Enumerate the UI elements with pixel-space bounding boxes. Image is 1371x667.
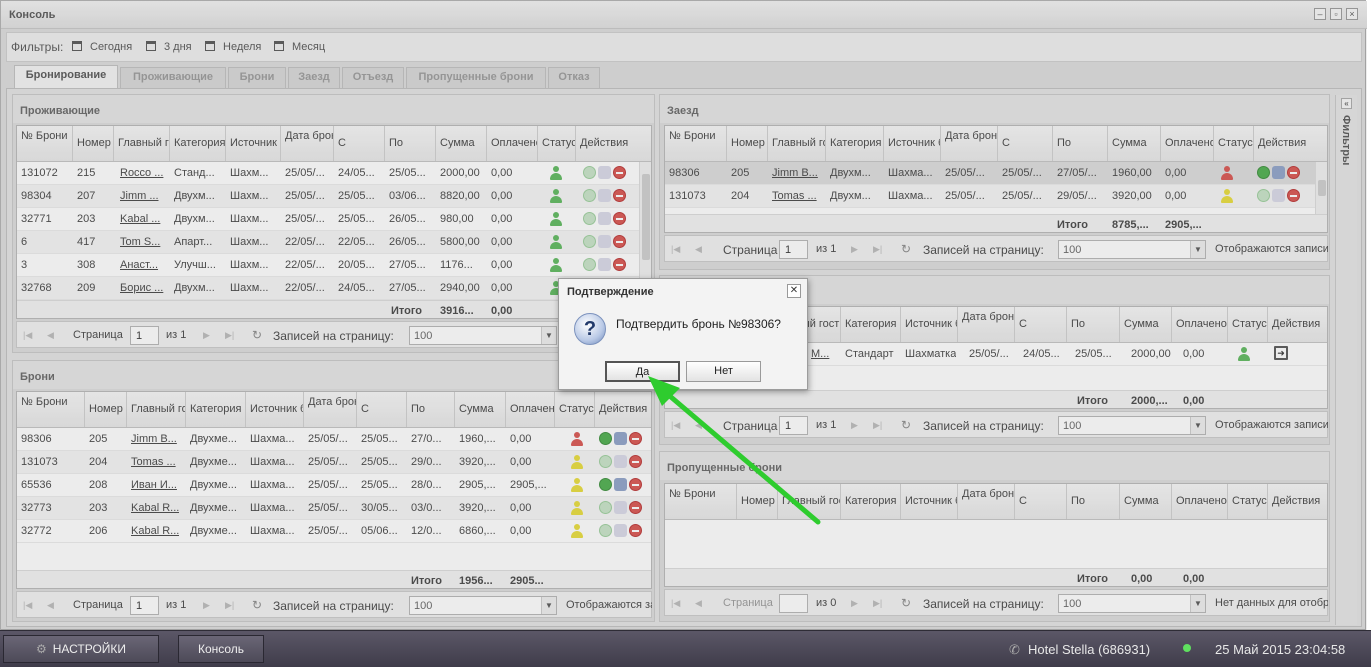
close-icon[interactable]: ✕ xyxy=(787,284,801,298)
online-status-dot xyxy=(1183,644,1191,652)
phone-icon: ✆ xyxy=(1009,642,1020,657)
dialog-message: Подтвердить бронь №98306? xyxy=(616,317,781,331)
settings-button[interactable]: ⚙ НАСТРОЙКИ xyxy=(3,635,159,663)
gear-icon: ⚙ xyxy=(35,642,47,656)
hotel-name: Hotel Stella (686931) xyxy=(1028,642,1151,657)
dialog-title: Подтверждение xyxy=(567,286,654,298)
green-arrow-annotation xyxy=(648,376,821,525)
console-button[interactable]: Консоль xyxy=(178,635,264,663)
taskbar: ⚙ НАСТРОЙКИ Консоль ✆ Hotel Stella (68693… xyxy=(0,630,1371,667)
question-icon: ? xyxy=(574,313,606,345)
datetime: 25 Май 2015 23:04:58 xyxy=(1215,642,1346,657)
